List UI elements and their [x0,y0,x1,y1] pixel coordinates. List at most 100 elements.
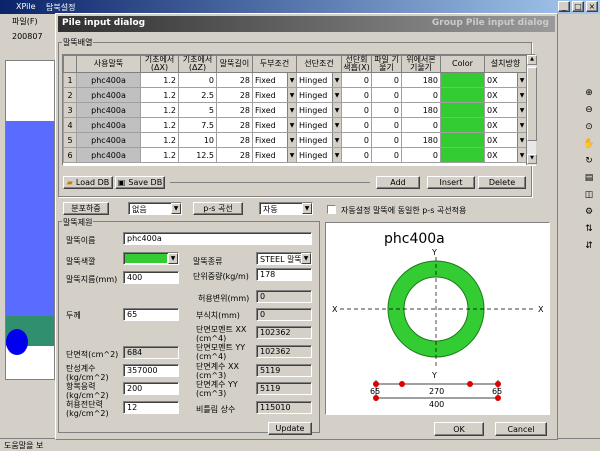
chevron-down-icon[interactable]: ▼ [287,73,296,87]
orient-select-cell[interactable]: 0X ▼ [484,147,527,163]
pile-cell[interactable]: phc400a [76,87,141,103]
table-row[interactable]: 5 phc400a 1.2 10 28 Fixed ▼ Hinged ▼ 0 0 180 0X ▼ [63,132,527,148]
tip-select-cell[interactable]: Hinged ▼ [296,132,342,148]
chevron-down-icon[interactable]: ▼ [287,88,296,102]
load-db-button[interactable]: ▰ Load DB [63,176,113,189]
dz-cell[interactable]: 12.5 [178,147,217,163]
chevron-down-icon[interactable]: ▼ [287,133,296,147]
chevron-down-icon[interactable]: ▼ [287,118,296,132]
zoom-in-icon[interactable]: ⊕ [582,86,596,100]
color-cell[interactable] [440,117,485,133]
head-select-cell[interactable]: Fixed ▼ [252,132,297,148]
dx-cell[interactable]: 1.2 [140,102,179,118]
orient-select-cell[interactable]: 0X ▼ [484,102,527,118]
chevron-down-icon[interactable]: ▼ [332,103,341,117]
scroll-up-arrow-icon[interactable]: ▲ [527,55,537,65]
row-header[interactable]: 3 [63,102,77,118]
cancel-button[interactable]: Cancel [495,422,547,436]
update-button[interactable]: Update [268,422,312,435]
dx-cell[interactable]: 1.2 [140,132,179,148]
table-row[interactable]: 4 phc400a 1.2 7.5 28 Fixed ▼ Hinged ▼ 0 0 0 0X ▼ [63,117,527,133]
slope-cell[interactable]: 0 [371,117,402,133]
pile-cell[interactable]: phc400a [76,132,141,148]
length-cell[interactable]: 28 [216,72,253,88]
insert-button[interactable]: Insert [427,176,475,189]
tip-select-cell[interactable]: Hinged ▼ [296,147,342,163]
pile-color-select[interactable]: ▼ [123,252,179,265]
tip_x-cell[interactable]: 0 [341,102,372,118]
top_slope-cell[interactable]: 0 [401,147,441,163]
orient-select-cell[interactable]: 0X ▼ [484,87,527,103]
table-row[interactable]: 3 phc400a 1.2 5 28 Fixed ▼ Hinged ▼ 0 0 180 0X ▼ [63,102,527,118]
chevron-down-icon[interactable]: ▼ [168,253,178,264]
pile-name-input[interactable]: phc400a [123,232,312,245]
chevron-down-icon[interactable]: ▼ [332,88,341,102]
auto-py-checkbox[interactable] [327,205,336,214]
top_slope-cell[interactable]: 180 [401,102,441,118]
slope-cell[interactable]: 0 [371,87,402,103]
chevron-down-icon[interactable]: ▼ [302,203,312,214]
diameter-input[interactable]: 400 [123,271,179,284]
tip-select-cell[interactable]: Hinged ▼ [296,117,342,133]
top_slope-cell[interactable]: 180 [401,72,441,88]
length-cell[interactable]: 28 [216,87,253,103]
dx-cell[interactable]: 1.2 [140,117,179,133]
pile-cell[interactable]: phc400a [76,117,141,133]
yield-input[interactable]: 200 [123,382,179,395]
pile-cell[interactable]: phc400a [76,72,141,88]
scroll-down-arrow-icon[interactable]: ▼ [527,154,537,164]
slope-cell[interactable]: 0 [371,132,402,148]
color-cell[interactable] [440,132,485,148]
dx-cell[interactable]: 1.2 [140,72,179,88]
chevron-down-icon[interactable]: ▼ [287,148,296,162]
table-scrollbar[interactable]: ▲ ▼ [526,55,537,165]
chevron-down-icon[interactable]: ▼ [332,133,341,147]
row-header[interactable]: 4 [63,117,77,133]
chevron-down-icon[interactable]: ▼ [287,103,296,117]
chevron-down-icon[interactable]: ▼ [517,88,526,102]
chevron-down-icon[interactable]: ▼ [332,73,341,87]
py-curve-select[interactable]: 자동 ▼ [259,202,313,215]
orient-select-cell[interactable]: 0X ▼ [484,132,527,148]
pile-cell[interactable]: phc400a [76,102,141,118]
unit-weight-input[interactable]: 178 [256,268,312,281]
length-cell[interactable]: 28 [216,132,253,148]
tip-select-cell[interactable]: Hinged ▼ [296,102,342,118]
app-close-button[interactable]: × [586,1,598,12]
tip_x-cell[interactable]: 0 [341,132,372,148]
tip-select-cell[interactable]: Hinged ▼ [296,87,342,103]
orient-select-cell[interactable]: 0X ▼ [484,117,527,133]
row-header[interactable]: 5 [63,132,77,148]
length-cell[interactable]: 28 [216,102,253,118]
chevron-down-icon[interactable]: ▼ [332,148,341,162]
chevron-down-icon[interactable]: ▼ [517,73,526,87]
print-icon[interactable]: ▤ [582,171,596,185]
app-maximize-button[interactable]: □ [572,1,584,12]
sort-icon[interactable]: ⇅ [582,222,596,236]
view-icon[interactable]: ◫ [582,188,596,202]
pile-cell[interactable]: phc400a [76,147,141,163]
chevron-down-icon[interactable]: ▼ [517,148,526,162]
top_slope-cell[interactable]: 0 [401,87,441,103]
chevron-down-icon[interactable]: ▼ [517,103,526,117]
add-button[interactable]: Add [376,176,420,189]
delete-button[interactable]: Delete [478,176,526,189]
orient-select-cell[interactable]: 0X ▼ [484,72,527,88]
chevron-down-icon[interactable]: ▼ [171,203,181,214]
distribution-select[interactable]: 없음 ▼ [128,202,182,215]
pan-icon[interactable]: ✋ [582,137,596,151]
table-row[interactable]: 2 phc400a 1.2 2.5 28 Fixed ▼ Hinged ▼ 0 0 0 0X ▼ [63,87,527,103]
scroll-thumb[interactable] [527,67,537,141]
zoom-window-icon[interactable]: ⊙ [582,120,596,134]
length-cell[interactable]: 28 [216,147,253,163]
pile-type-select[interactable]: STEEL 말뚝 ▼ [256,252,312,265]
slope-cell[interactable]: 0 [371,147,402,163]
dz-cell[interactable]: 0 [178,72,217,88]
tip-select-cell[interactable]: Hinged ▼ [296,72,342,88]
color-cell[interactable] [440,147,485,163]
shear-input[interactable]: 12 [123,401,179,414]
dz-cell[interactable]: 2.5 [178,87,217,103]
table-row[interactable]: 6 phc400a 1.2 12.5 28 Fixed ▼ Hinged ▼ 0 0 0 0X ▼ [63,147,527,163]
slope-cell[interactable]: 0 [371,72,402,88]
head-select-cell[interactable]: Fixed ▼ [252,147,297,163]
